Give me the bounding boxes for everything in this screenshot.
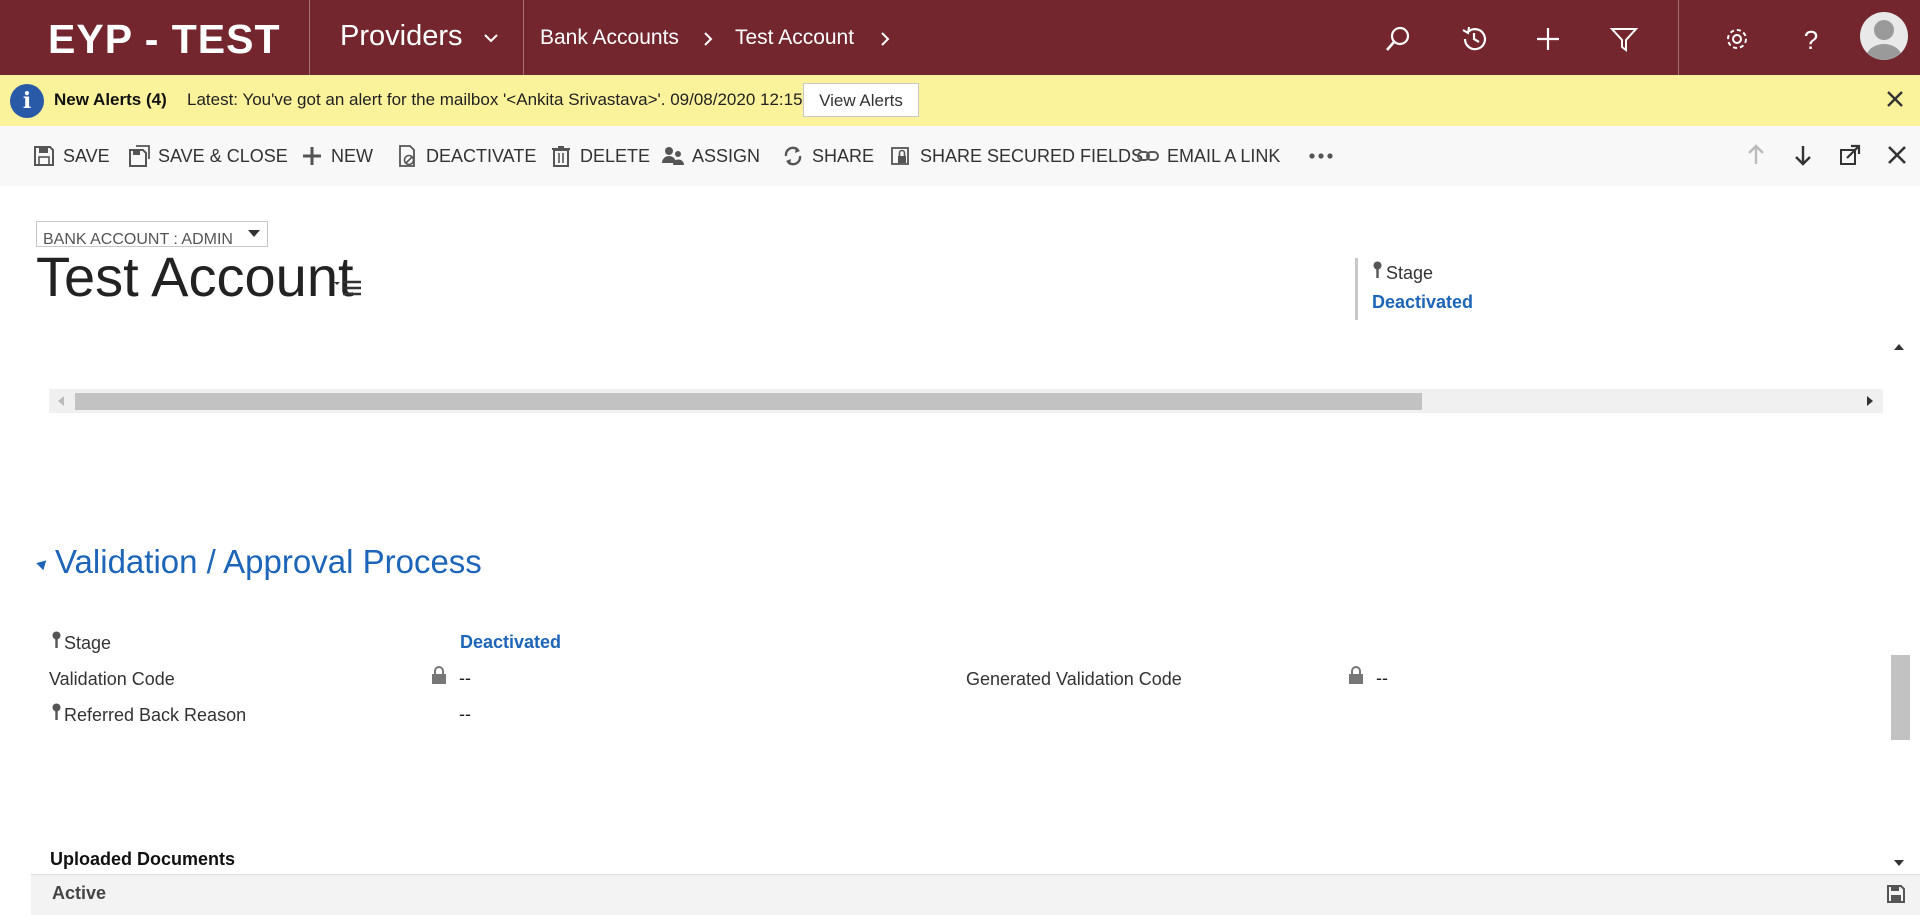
- top-navigation-bar: EYP - TEST Providers Bank Accounts Test …: [0, 0, 1920, 75]
- help-icon[interactable]: ?: [1796, 24, 1826, 54]
- app-title[interactable]: EYP - TEST: [48, 16, 281, 63]
- ellipsis-icon: [1309, 153, 1333, 159]
- chevron-right-icon[interactable]: [877, 30, 893, 48]
- scroll-up-arrow-icon[interactable]: [1894, 344, 1904, 350]
- save-icon: [34, 146, 54, 166]
- user-avatar[interactable]: [1860, 12, 1908, 60]
- lock-icon: [432, 666, 446, 684]
- share-icon: [784, 146, 802, 166]
- alert-message: Latest: You've got an alert for the mail…: [187, 90, 803, 109]
- vertical-scrollbar[interactable]: [1888, 336, 1908, 872]
- required-key-icon: [52, 703, 61, 720]
- view-alerts-button[interactable]: View Alerts: [803, 83, 919, 117]
- alert-title: New Alerts (4): [54, 90, 167, 109]
- save-close-icon: [129, 145, 150, 167]
- history-icon[interactable]: [1459, 24, 1489, 54]
- trash-icon: [552, 146, 570, 167]
- required-key-icon: [52, 631, 61, 648]
- horizontal-scroll-thumb[interactable]: [75, 393, 1422, 410]
- stage-field-value[interactable]: Deactivated: [460, 632, 561, 653]
- assign-label: ASSIGN: [692, 145, 761, 166]
- settings-icon[interactable]: [1722, 24, 1752, 54]
- generated-validation-code-label: Generated Validation Code: [966, 669, 1182, 689]
- share-secured-label: SHARE SECURED FIELDS: [920, 145, 1144, 166]
- secured-share-icon: [891, 147, 909, 165]
- referred-back-reason-label: Referred Back Reason: [64, 705, 247, 725]
- new-button[interactable]: NEW: [301, 145, 373, 167]
- close-icon[interactable]: [1884, 88, 1906, 110]
- share-button[interactable]: SHARE: [782, 145, 874, 167]
- nav-divider: [309, 0, 310, 75]
- scroll-down-arrow-icon[interactable]: [1894, 860, 1904, 866]
- save-label: SAVE: [63, 145, 110, 166]
- footer-bar: [31, 874, 1920, 915]
- pop-out-icon[interactable]: [1836, 141, 1864, 169]
- validation-code-value[interactable]: --: [459, 668, 471, 689]
- referred-back-reason-value[interactable]: --: [459, 704, 471, 725]
- share-label: SHARE: [812, 145, 875, 166]
- arrow-up-icon[interactable]: [1742, 141, 1770, 169]
- save-icon[interactable]: [1886, 884, 1906, 904]
- save-close-label: SAVE & CLOSE: [158, 145, 288, 166]
- record-title: Test Account: [36, 245, 354, 308]
- more-commands-button[interactable]: [1308, 145, 1334, 167]
- caret-down-icon[interactable]: [248, 230, 260, 237]
- plus-icon[interactable]: [1533, 24, 1563, 54]
- deactivate-label: DEACTIVATE: [426, 145, 537, 166]
- uploaded-documents-title: Uploaded Documents: [50, 849, 236, 869]
- lock-icon: [1349, 666, 1363, 684]
- svg-text:?: ?: [1804, 25, 1818, 54]
- scroll-left-arrow-icon[interactable]: [58, 396, 64, 406]
- generated-validation-code-value[interactable]: --: [1376, 668, 1388, 689]
- new-label: NEW: [331, 145, 373, 166]
- save-button[interactable]: SAVE: [33, 145, 110, 167]
- email-link-button[interactable]: EMAIL A LINK: [1137, 145, 1280, 167]
- share-secured-fields-button[interactable]: SHARE SECURED FIELDS: [890, 145, 1143, 167]
- delete-button[interactable]: DELETE: [550, 145, 650, 167]
- vertical-scroll-thumb[interactable]: [1891, 655, 1910, 740]
- breadcrumb-bank-accounts[interactable]: Bank Accounts: [540, 26, 679, 50]
- arrow-down-icon[interactable]: [1789, 141, 1817, 169]
- header-divider: [1355, 258, 1358, 320]
- record-menu-icon[interactable]: [334, 278, 362, 298]
- nav-divider: [523, 0, 524, 75]
- close-record-icon[interactable]: [1883, 141, 1911, 169]
- horizontal-scrollbar[interactable]: [49, 389, 1883, 413]
- search-icon[interactable]: [1383, 24, 1413, 54]
- header-stage-value[interactable]: Deactivated: [1372, 292, 1473, 313]
- required-key-icon: [1373, 261, 1382, 278]
- deactivate-button[interactable]: DEACTIVATE: [396, 145, 536, 167]
- email-link-label: EMAIL A LINK: [1167, 145, 1281, 166]
- nav-divider: [1678, 0, 1679, 75]
- plus-icon: [303, 147, 321, 165]
- stage-field-label: Stage: [64, 633, 112, 653]
- validation-code-label: Validation Code: [49, 669, 175, 689]
- assign-button[interactable]: ASSIGN: [662, 145, 760, 167]
- area-selector[interactable]: Providers: [340, 20, 463, 53]
- chevron-down-icon[interactable]: [482, 29, 500, 47]
- filter-icon[interactable]: [1609, 24, 1639, 54]
- info-icon: i: [10, 84, 44, 118]
- header-stage-label: Stage: [1386, 263, 1434, 283]
- delete-label: DELETE: [580, 145, 651, 166]
- chevron-right-icon: [704, 32, 713, 46]
- link-icon: [1137, 151, 1159, 161]
- save-close-button[interactable]: SAVE & CLOSE: [128, 145, 288, 167]
- record-status: Active: [52, 883, 107, 903]
- section-title[interactable]: Validation / Approval Process: [55, 543, 482, 581]
- user-icon: [1866, 20, 1902, 60]
- assign-icon: [662, 147, 684, 165]
- collapse-caret-icon[interactable]: [36, 556, 50, 571]
- scroll-right-arrow-icon[interactable]: [1867, 396, 1873, 406]
- breadcrumb-test-account[interactable]: Test Account: [735, 26, 854, 50]
- deactivate-icon: [399, 145, 415, 167]
